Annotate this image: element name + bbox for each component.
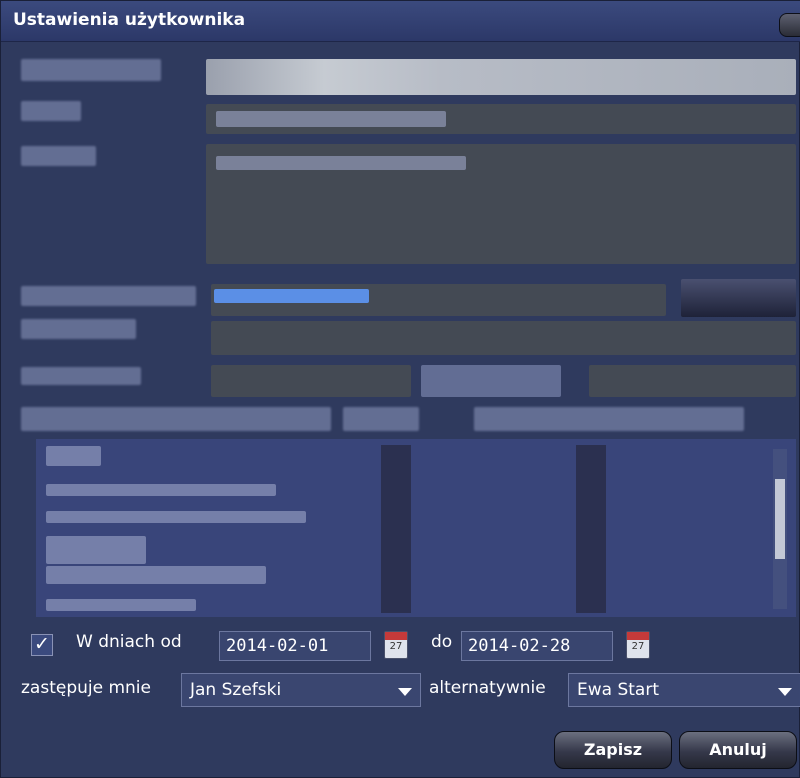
obscured-list-item[interactable]: [46, 599, 196, 611]
obscured-list[interactable]: [36, 439, 796, 617]
obscured-column-header: [343, 407, 419, 431]
scrollbar-thumb[interactable]: [775, 479, 785, 559]
alternative-select[interactable]: Ewa Start: [568, 673, 800, 707]
obscured-list-item[interactable]: [46, 446, 101, 466]
alternative-label: alternatywnie: [429, 678, 546, 698]
title-bar: Ustawienia użytkownika: [1, 1, 800, 42]
obscured-label: [21, 319, 136, 339]
obscured-column-header: [474, 407, 744, 431]
obscured-label: [21, 101, 81, 121]
obscured-list-item[interactable]: [46, 484, 276, 496]
calendar-icon[interactable]: 27: [626, 631, 650, 659]
obscured-field[interactable]: [589, 365, 796, 397]
dialog-title: Ustawienia użytkownika: [13, 10, 246, 30]
obscured-label: [21, 367, 141, 385]
obscured-label: [21, 59, 161, 81]
cancel-button[interactable]: Anuluj: [679, 731, 797, 769]
alternative-value: Ewa Start: [577, 680, 659, 700]
obscured-list-item[interactable]: [46, 536, 146, 564]
obscured-list-item[interactable]: [46, 566, 266, 584]
save-button[interactable]: Zapisz: [554, 731, 672, 769]
calendar-icon[interactable]: 27: [384, 631, 408, 659]
obscured-field[interactable]: [211, 321, 796, 355]
obscured-label: [21, 286, 196, 306]
obscured-value: [216, 111, 446, 127]
substitute-value: Jan Szefski: [190, 680, 282, 700]
obscured-list-column: [381, 445, 411, 613]
substitute-select[interactable]: Jan Szefski: [181, 673, 421, 707]
chevron-down-icon: [398, 688, 412, 696]
obscured-field[interactable]: [421, 365, 561, 397]
chevron-down-icon: [778, 688, 792, 696]
calendar-day: 27: [631, 641, 645, 652]
obscured-field[interactable]: [206, 59, 796, 95]
obscured-button[interactable]: [681, 279, 796, 317]
obscured-label: [21, 146, 96, 166]
checkmark-icon: ✓: [34, 633, 50, 655]
substitute-label: zastępuje mnie: [21, 678, 151, 698]
obscured-field[interactable]: [211, 365, 411, 397]
date-to-label: do: [431, 632, 453, 652]
obscured-value: [216, 156, 466, 170]
user-settings-dialog: Ustawienia użytkownika ✓ W dniach od 201…: [0, 0, 800, 778]
obscured-list-column: [576, 445, 606, 613]
obscured-list-item[interactable]: [46, 511, 306, 523]
obscured-selection: [214, 289, 369, 303]
list-scrollbar[interactable]: [773, 449, 787, 609]
obscured-column-header: [21, 407, 331, 431]
absence-checkbox[interactable]: ✓: [31, 633, 53, 656]
date-from-input[interactable]: 2014-02-01: [219, 631, 371, 661]
date-from-label: W dniach od: [76, 632, 182, 652]
calendar-day: 27: [389, 641, 403, 652]
date-to-input[interactable]: 2014-02-28: [461, 631, 613, 661]
window-control-button[interactable]: [779, 13, 800, 37]
